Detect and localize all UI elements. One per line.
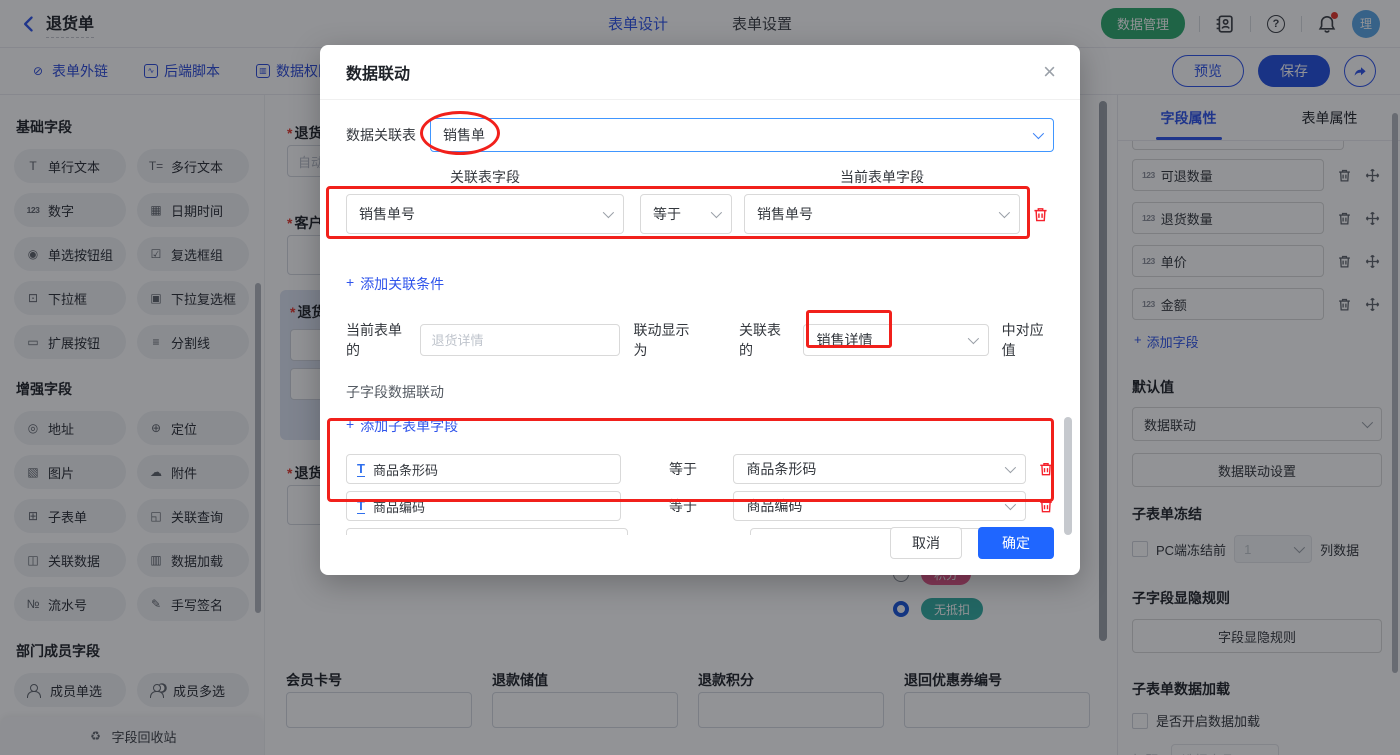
- add-subfield-link[interactable]: +添加子表单字段: [346, 416, 458, 436]
- modal-footer: 取消 确定: [890, 527, 1054, 559]
- condition-column-headers: 关联表字段 当前表单字段: [346, 167, 1054, 187]
- subfield-rows: T商品条形码 等于 商品条形码 T商品编码 等于 商品编码: [346, 449, 1054, 535]
- equals-label: 等于: [669, 459, 723, 479]
- subfield-source-box[interactable]: T商品条形码: [346, 454, 621, 484]
- plus-icon: +: [346, 416, 354, 436]
- text-type-icon: T: [357, 499, 365, 514]
- delete-subfield-icon[interactable]: [1038, 498, 1054, 514]
- subfield-row-product-code: T商品编码 等于 商品编码: [346, 491, 1054, 521]
- cancel-button[interactable]: 取消: [890, 527, 962, 559]
- chevron-down-icon: [1033, 128, 1044, 139]
- confirm-button[interactable]: 确定: [978, 527, 1054, 559]
- assoc-field-select[interactable]: 销售单号: [346, 194, 624, 234]
- assoc-table-label: 关联表的: [739, 320, 791, 360]
- subfield-linkage-label: 子字段数据联动: [346, 382, 1054, 402]
- subfield-target-select[interactable]: 商品编码: [733, 491, 1026, 521]
- add-condition-wrap: +添加关联条件: [346, 274, 1054, 294]
- assoc-table-field-header: 关联表字段: [346, 167, 624, 187]
- equals-label: 等于: [669, 496, 723, 516]
- assoc-display-select[interactable]: 销售详情: [803, 324, 988, 356]
- modal-scrollbar[interactable]: [1064, 417, 1072, 535]
- modal-title: 数据联动: [346, 60, 410, 84]
- current-field-select[interactable]: 销售单号: [744, 194, 1020, 234]
- add-subfield-wrap: +添加子表单字段: [346, 416, 1054, 436]
- close-icon[interactable]: ×: [1043, 61, 1056, 83]
- display-field-input[interactable]: [420, 324, 620, 356]
- delete-condition-icon[interactable]: [1032, 206, 1049, 223]
- subfield-target-select[interactable]: 商品条形码: [733, 454, 1026, 484]
- corresponding-value-label: 中对应值: [1002, 320, 1054, 360]
- plus-icon: +: [346, 274, 354, 294]
- current-form-field-header: 当前表单字段: [744, 167, 1020, 187]
- chevron-down-icon: [1005, 462, 1016, 473]
- data-linkage-modal: 数据联动 × 数据关联表 销售单 关联表字段 当前表单字段 销售单号 等于: [320, 45, 1080, 575]
- chevron-down-icon: [967, 333, 978, 344]
- subfield-row-barcode: T商品条形码 等于 商品条形码: [346, 454, 1054, 484]
- modal-header: 数据联动 ×: [320, 45, 1080, 100]
- subfield-source-box: [346, 528, 628, 535]
- chevron-down-icon: [999, 207, 1010, 218]
- delete-subfield-icon[interactable]: [1038, 461, 1054, 477]
- text-type-icon: T: [357, 462, 365, 477]
- display-as-label: 联动显示为: [634, 320, 700, 360]
- operator-select[interactable]: 等于: [640, 194, 732, 234]
- chevron-down-icon: [1005, 499, 1016, 510]
- chevron-down-icon: [603, 207, 614, 218]
- chevron-down-icon: [711, 207, 722, 218]
- link-table-select[interactable]: 销售单: [430, 118, 1054, 152]
- current-form-prefix: 当前表单的: [346, 320, 412, 360]
- subfield-source-box[interactable]: T商品编码: [346, 491, 621, 521]
- add-condition-link[interactable]: +添加关联条件: [346, 274, 444, 294]
- link-table-label: 数据关联表: [346, 125, 416, 145]
- condition-row: 销售单号 等于 销售单号: [346, 194, 1054, 234]
- link-table-row: 数据关联表 销售单: [346, 118, 1054, 152]
- display-mapping-row: 当前表单的 联动显示为 关联表的 销售详情 中对应值: [346, 320, 1054, 360]
- modal-body: 数据关联表 销售单 关联表字段 当前表单字段 销售单号 等于 销售单号: [320, 118, 1080, 535]
